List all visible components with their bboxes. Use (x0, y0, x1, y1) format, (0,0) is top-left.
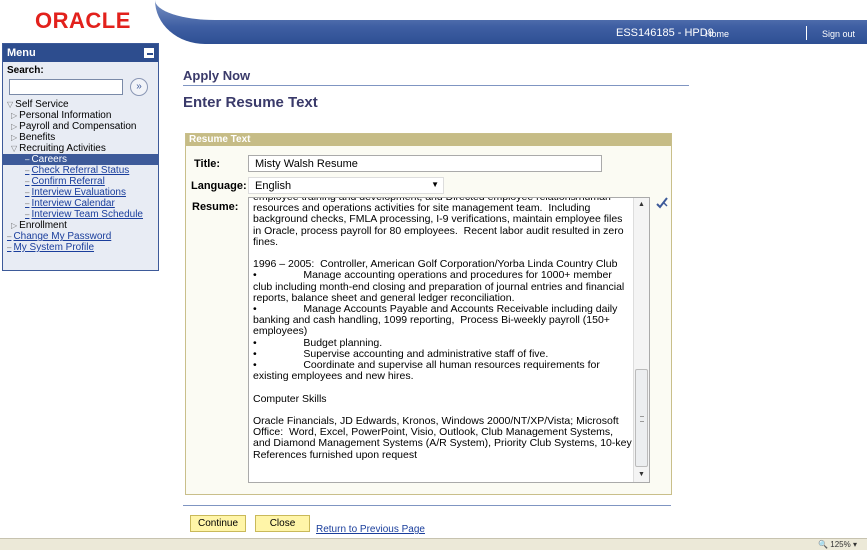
dash-icon: – (25, 188, 30, 197)
language-selected-value: English (255, 180, 292, 192)
header-divider (806, 26, 807, 40)
menu-item-benefits[interactable]: ▷ Benefits (3, 132, 158, 143)
header-divider-line (183, 85, 689, 86)
dash-icon: – (25, 199, 30, 208)
expand-icon: ▷ (11, 111, 18, 120)
dash-icon: – (25, 166, 30, 175)
expand-icon: ▷ (11, 122, 18, 131)
menu-item-recruiting-activities[interactable]: ▽ Recruiting Activities (3, 143, 158, 154)
menu-item-confirm-referral[interactable]: – Confirm Referral (3, 176, 158, 187)
vertical-scrollbar[interactable]: ▲ ▼ (633, 198, 649, 482)
language-select[interactable]: English ▼ (248, 177, 444, 194)
menu-item-enrollment[interactable]: ▷ Enrollment (3, 220, 158, 231)
menu-item-interview-evaluations[interactable]: – Interview Evaluations (3, 187, 158, 198)
section-title: Resume Text (186, 134, 671, 146)
scroll-down-icon[interactable]: ▼ (634, 468, 649, 482)
footer-divider (183, 505, 671, 506)
return-to-previous-page-link[interactable]: Return to Previous Page (316, 524, 425, 535)
dash-icon: – (25, 177, 30, 186)
breadcrumb: Apply Now (183, 68, 251, 83)
expand-icon: ▷ (11, 133, 18, 142)
scroll-thumb[interactable] (635, 369, 648, 467)
language-label: Language: (191, 180, 247, 192)
navigation-menu: Menu Search: » ▽ Self Service ▷ Personal I… (2, 43, 159, 271)
search-input[interactable] (9, 79, 123, 95)
menu-header: Menu (3, 44, 158, 62)
oracle-logo: ORACLE (35, 8, 131, 33)
menu-item-interview-team-schedule[interactable]: – Interview Team Schedule (3, 209, 158, 220)
dash-icon: – (25, 210, 30, 219)
menu-item-check-referral-status[interactable]: – Check Referral Status (3, 165, 158, 176)
menu-item-careers[interactable]: – Careers (3, 154, 158, 165)
search-label: Search: (7, 65, 44, 76)
scroll-up-icon[interactable]: ▲ (634, 198, 649, 212)
title-field[interactable]: Misty Walsh Resume (248, 155, 602, 172)
resume-label: Resume: (192, 201, 239, 213)
search-go-button[interactable]: » (130, 78, 149, 96)
menu-item-system-profile[interactable]: – My System Profile (3, 242, 158, 253)
menu-item-personal-information[interactable]: ▷ Personal Information (3, 110, 158, 121)
dash-icon: – (7, 243, 12, 252)
expand-icon: ▷ (11, 221, 18, 230)
minimize-icon[interactable] (144, 48, 154, 58)
dropdown-arrow-icon: ▼ (431, 180, 439, 189)
menu-item-payroll[interactable]: ▷ Payroll and Compensation (3, 121, 158, 132)
zoom-icon: 🔍 (818, 540, 829, 549)
resume-textarea[interactable]: employee training and development, and D… (248, 197, 650, 483)
menu-item-self-service[interactable]: ▽ Self Service (3, 99, 158, 110)
menu-tree: ▽ Self Service ▷ Personal Information ▷ Pay… (3, 99, 158, 253)
close-button[interactable]: Close (255, 515, 310, 532)
menu-item-change-password[interactable]: – Change My Password (3, 231, 158, 242)
sign-out-link[interactable]: Sign out (822, 29, 855, 39)
spell-check-icon[interactable] (655, 196, 669, 210)
zoom-level[interactable]: 🔍 125% ▾ (818, 540, 857, 549)
menu-title: Menu (7, 47, 36, 59)
collapse-icon: ▽ (11, 144, 18, 153)
home-link[interactable]: Home (705, 29, 729, 39)
resume-text-content: employee training and development, and D… (253, 197, 632, 461)
collapse-icon: ▽ (7, 100, 14, 109)
page-title: Enter Resume Text (183, 94, 318, 111)
dash-icon: – (7, 232, 12, 241)
content-header: Apply Now (183, 68, 853, 83)
server-name: ESS146185 - HPD9 (616, 27, 714, 39)
title-label: Title: (194, 158, 221, 170)
dash-icon: – (25, 155, 30, 164)
continue-button[interactable]: Continue (190, 515, 246, 532)
menu-item-interview-calendar[interactable]: – Interview Calendar (3, 198, 158, 209)
browser-status-bar (0, 538, 867, 550)
